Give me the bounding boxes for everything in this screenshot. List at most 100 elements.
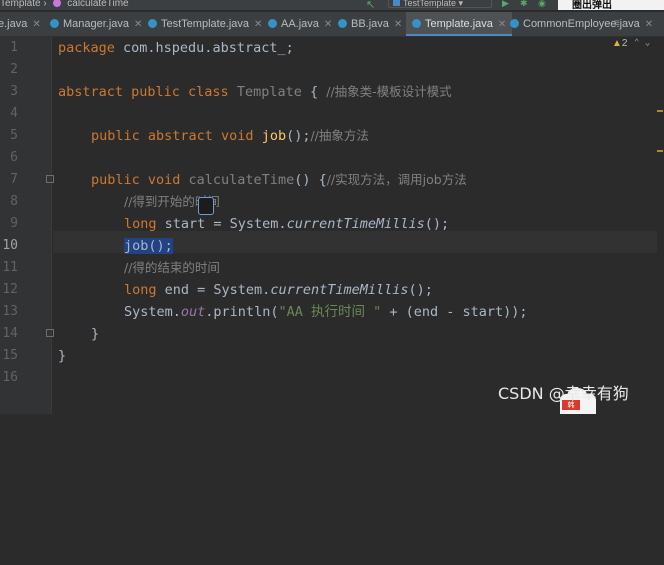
run-configuration-select[interactable]: TestTemplate ▾ xyxy=(388,0,492,8)
close-icon[interactable]: ✕ xyxy=(324,19,332,30)
build-hammer-icon[interactable]: ↖ xyxy=(366,0,375,10)
fold-marker-icon[interactable] xyxy=(46,329,54,337)
comment: //得的结束的时间 xyxy=(124,260,220,275)
tab-bb-java[interactable]: BB.java ✕ xyxy=(338,12,402,36)
warning-marker[interactable] xyxy=(657,110,663,112)
method-icon xyxy=(53,0,62,8)
line-number: 2 xyxy=(10,62,18,77)
coverage-icon[interactable]: ◉ xyxy=(538,0,546,9)
keyword: long xyxy=(124,216,157,232)
tab-label: TestTemplate.java xyxy=(161,18,250,30)
code-line-9: long start = System.currentTimeMillis(); xyxy=(124,213,449,235)
code-text: (); xyxy=(408,282,433,298)
keyword: abstract public class xyxy=(58,84,229,100)
code-line-10: job(); xyxy=(124,235,173,257)
method-name: job xyxy=(253,128,287,144)
breadcrumb-method[interactable]: calculateTime xyxy=(67,0,128,9)
close-icon[interactable]: ✕ xyxy=(32,19,40,30)
editor-scrollbar[interactable] xyxy=(657,38,664,414)
close-icon[interactable]: ✕ xyxy=(498,19,506,30)
inspection-widget[interactable]: ▲2 xyxy=(612,38,627,49)
run-config-icon xyxy=(393,0,400,6)
navigation-bar: Template › calculateTime ↖ TestTemplate … xyxy=(0,0,664,10)
code-text: end = System. xyxy=(156,282,271,298)
method-name: calculateTime xyxy=(180,172,295,188)
line-number: 3 xyxy=(10,84,18,99)
closing-brace: } xyxy=(91,326,100,342)
tab-label: CommonEmployee.java xyxy=(523,18,640,30)
editor-gutter: 1 2 3 4 5 6 7 8 9 10 11 12 13 14 15 16 xyxy=(0,37,54,414)
watermark: CSDN @幸幸有狗 xyxy=(498,384,629,403)
code-editor[interactable]: package com.hspedu.abstract_; abstract p… xyxy=(58,37,528,565)
class-icon xyxy=(268,18,277,28)
string-literal: "AA 执行时间 " xyxy=(278,304,382,320)
line-number: 11 xyxy=(2,260,18,275)
code-line-13: System.out.println("AA 执行时间 " + (end - s… xyxy=(124,301,528,323)
code-line-11: //得的结束的时间 xyxy=(124,257,220,279)
line-number: 13 xyxy=(2,304,18,319)
comment: //抽象方法 xyxy=(310,128,369,143)
line-number: 6 xyxy=(10,150,18,165)
code-text: System. xyxy=(124,304,181,320)
selected-text[interactable]: job(); xyxy=(124,238,173,254)
line-number: 9 xyxy=(10,216,18,231)
run-config-label: TestTemplate xyxy=(403,0,457,8)
breadcrumb-separator-icon: › xyxy=(43,0,47,9)
mouse-cursor-icon xyxy=(198,197,214,215)
tab-aa-java[interactable]: AA.java ✕ xyxy=(268,12,332,36)
inspection-navigate-icon[interactable]: ⌃ ⌄ xyxy=(634,38,650,48)
comment: //抽象类-模板设计模式 xyxy=(326,84,452,99)
tab-label: e.java xyxy=(0,18,28,30)
close-icon[interactable]: ✕ xyxy=(254,19,262,30)
more-tabs-icon[interactable]: ≡ xyxy=(614,12,620,36)
tab-e-java[interactable]: e.java ✕ xyxy=(0,12,41,36)
tab-label: AA.java xyxy=(281,18,319,30)
code-text: { xyxy=(301,84,327,100)
warning-marker[interactable] xyxy=(657,150,663,152)
tab-manager-java[interactable]: Manager.java ✕ xyxy=(50,12,142,36)
class-icon xyxy=(148,18,157,28)
debug-icon[interactable]: ✱ xyxy=(520,0,528,9)
run-icon[interactable]: ▶ xyxy=(502,0,509,9)
code-text: + (end - start)); xyxy=(381,304,528,320)
code-text: start = System. xyxy=(156,216,287,232)
warning-icon: ▲ xyxy=(612,38,622,49)
abstract-class-icon xyxy=(412,18,421,28)
close-icon[interactable]: ✕ xyxy=(645,19,653,30)
class-icon xyxy=(510,18,519,28)
line-number: 7 xyxy=(10,172,18,187)
tab-label: Manager.java xyxy=(63,18,130,30)
class-icon xyxy=(50,18,59,28)
line-number: 1 xyxy=(10,40,18,55)
close-icon[interactable]: ✕ xyxy=(394,19,402,30)
warning-count: 2 xyxy=(621,38,628,49)
keyword: public abstract void xyxy=(91,128,254,144)
static-method: currentTimeMillis xyxy=(286,216,425,232)
line-number: 14 xyxy=(2,326,18,341)
keyword: public void xyxy=(91,172,181,188)
code-line-12: long end = System.currentTimeMillis(); xyxy=(124,279,433,301)
fold-marker-icon[interactable] xyxy=(46,175,54,183)
close-icon[interactable]: ✕ xyxy=(134,19,142,30)
closing-brace: } xyxy=(58,348,67,364)
tab-commonemployee-java[interactable]: CommonEmployee.java ✕ xyxy=(510,12,653,36)
tab-testtemplate-java[interactable]: TestTemplate.java ✕ xyxy=(148,12,262,36)
code-line-3: abstract public class Template { //抽象类-模… xyxy=(58,81,452,103)
class-name: Template xyxy=(228,84,302,100)
code-line-5: public abstract void job();//抽象方法 xyxy=(91,125,369,147)
code-text: () { xyxy=(294,172,327,188)
line-number-current: 10 xyxy=(2,238,18,253)
tab-template-java[interactable]: Template.java ✕ xyxy=(406,12,513,36)
keyword: long xyxy=(124,282,157,298)
editor-tabs: e.java ✕ Manager.java ✕ TestTemplate.java ✕… xyxy=(0,12,664,37)
line-number: 4 xyxy=(10,106,18,121)
code-line-14: } xyxy=(91,323,99,345)
tab-label: BB.java xyxy=(351,18,389,30)
code-text: (); xyxy=(286,128,311,144)
breadcrumb-file[interactable]: Template xyxy=(0,0,41,9)
overlay-banner: 圈出弹出 xyxy=(558,0,664,10)
code-line-1: package com.hspedu.abstract_; xyxy=(58,37,294,59)
static-field: out xyxy=(180,304,206,320)
code-text: (); xyxy=(424,216,450,232)
static-method: currentTimeMillis xyxy=(270,282,409,298)
